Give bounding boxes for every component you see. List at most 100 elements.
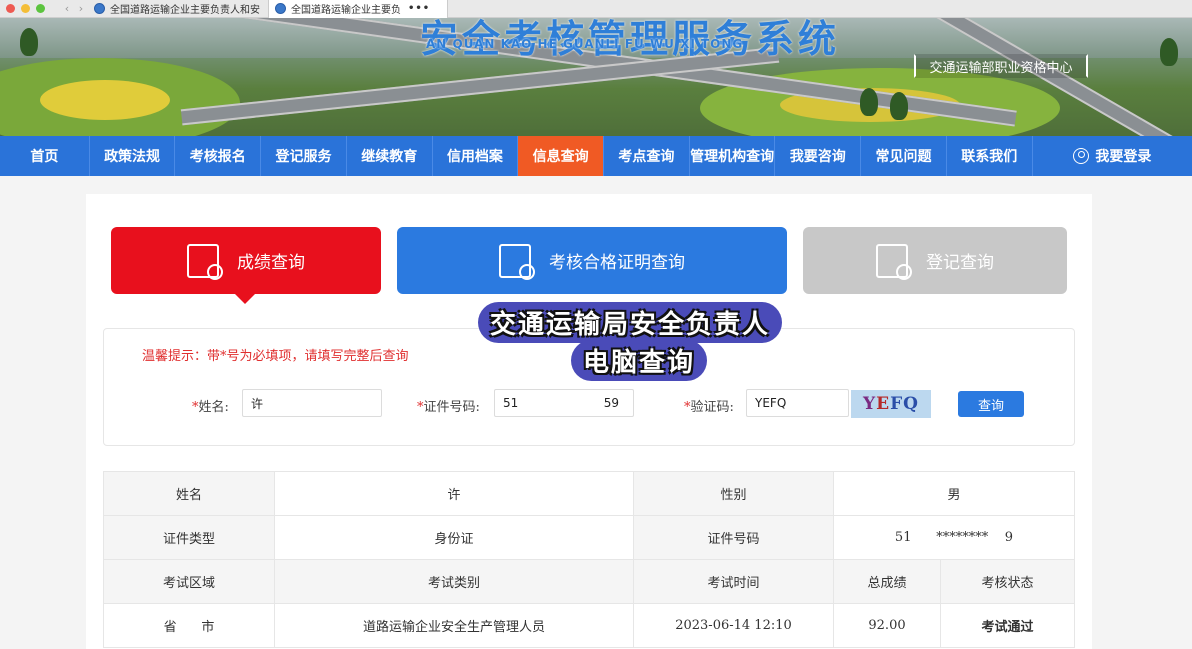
nav-item-label: 信用档案 <box>446 149 503 165</box>
table-cell: 男 <box>833 471 1075 516</box>
org-badge[interactable]: 交通运输部职业资格中心 <box>914 54 1088 78</box>
score-doc-icon <box>187 243 223 280</box>
id-number-label: *证件号码: <box>417 396 480 415</box>
tab-score-query[interactable]: 成绩查询 <box>111 227 381 304</box>
nav-item-agency[interactable]: 管理机构查询 <box>690 136 776 176</box>
nav-item-label: 信息查询 <box>532 149 589 165</box>
main-nav: 首页 政策法规 考核报名 登记服务 继续教育 信用档案 信息查询 考点查询 管理… <box>0 136 1192 176</box>
form-tip: 温馨提示：带*号为必填项，请填写完整后查询 <box>142 349 409 364</box>
nav-item-info-query[interactable]: 信息查询 <box>518 136 605 176</box>
table-cell: 道路运输企业安全生产管理人员 <box>274 603 634 648</box>
user-icon <box>1073 148 1090 164</box>
tab-certificate-query[interactable]: 考核合格证明查询 <box>397 227 787 294</box>
table-row: 省 市 道路运输企业安全生产管理人员 2023-06-14 12:10 92.0… <box>103 603 1075 648</box>
nav-item-label: 联系我们 <box>961 149 1018 165</box>
nav-item-contact[interactable]: 联系我们 <box>947 136 1033 176</box>
nav-item-exam-site[interactable]: 考点查询 <box>604 136 690 176</box>
captcha-input[interactable]: YEFQ <box>746 389 849 417</box>
overlay-caption-line1: 交通运输局安全负责人 <box>478 302 783 343</box>
status-badge: 考试通过 <box>940 603 1075 648</box>
nav-item-policy[interactable]: 政策法规 <box>90 136 176 176</box>
nav-item-label: 登记服务 <box>275 149 332 165</box>
forward-arrow-icon[interactable]: › <box>74 2 88 15</box>
name-label-text: *姓名: <box>192 400 229 415</box>
required-asterisk: * <box>417 400 424 415</box>
captcha-image[interactable]: Y E FQ <box>851 390 931 418</box>
nav-item-faq[interactable]: 常见问题 <box>861 136 947 176</box>
captcha-char: Y <box>863 394 877 414</box>
table-header-cell: 考试时间 <box>633 559 834 604</box>
registration-doc-icon <box>876 243 912 280</box>
table-cell: 51 ******** 9 <box>833 515 1075 560</box>
query-button[interactable]: 查询 <box>958 391 1024 417</box>
table-header-cell: 性别 <box>633 471 834 516</box>
browser-tab-title: 全国道路运输企业主要负责人和安 <box>110 5 260 16</box>
nav-item-label: 我要咨询 <box>789 149 846 165</box>
nav-item-label: 考核报名 <box>189 149 246 165</box>
site-subtitle: AN QUAN KAO HE GUANLI FU WU XI TONG <box>426 37 744 51</box>
name-input-value: 许 <box>251 396 264 411</box>
banner-tree <box>890 92 908 120</box>
browser-tab-title: 全国道路运输企业主要负 <box>291 5 401 16</box>
banner-hedge <box>40 80 170 120</box>
tab-label: 成绩查询 <box>237 253 305 273</box>
table-header-cell: 证件号码 <box>633 515 834 560</box>
required-asterisk: * <box>684 400 691 415</box>
banner-tree <box>860 88 878 116</box>
site-banner: 安全考核管理服务系统 AN QUAN KAO HE GUANLI FU WU X… <box>0 18 1192 136</box>
site-favicon-icon <box>94 3 105 14</box>
window-controls <box>0 4 60 13</box>
captcha-char: E <box>876 394 891 414</box>
table-row: 考试区域 考试类别 考试时间 总成绩 考核状态 <box>103 559 1075 604</box>
table-header-cell: 姓名 <box>103 471 275 516</box>
banner-tree <box>1160 38 1178 66</box>
result-table: 姓名 许 性别 男 证件类型 身份证 证件号码 51 ******** 9 考试… <box>103 471 1075 648</box>
table-cell: 92.00 <box>833 603 941 648</box>
table-row: 证件类型 身份证 证件号码 51 ******** 9 <box>103 515 1075 560</box>
login-label: 我要登录 <box>1095 149 1152 165</box>
close-window-button[interactable] <box>6 4 15 13</box>
nav-item-exam-signup[interactable]: 考核报名 <box>175 136 262 176</box>
captcha-label-text: *验证码: <box>684 400 734 415</box>
id-number-input[interactable]: 51 59 <box>494 389 634 417</box>
minimize-window-button[interactable] <box>21 4 30 13</box>
name-input[interactable]: 许 <box>242 389 382 417</box>
nav-item-continuing-ed[interactable]: 继续教育 <box>347 136 433 176</box>
nav-item-label: 继续教育 <box>361 149 418 165</box>
nav-item-credit-file[interactable]: 信用档案 <box>433 136 519 176</box>
table-cell: 2023-06-14 12:10 <box>633 603 834 648</box>
id-number-end: 59 <box>603 396 619 410</box>
captcha-input-value: YEFQ <box>755 396 787 410</box>
captcha-label: *验证码: <box>684 396 734 415</box>
nav-item-label: 常见问题 <box>875 149 932 165</box>
back-arrow-icon[interactable]: ‹ <box>60 2 74 15</box>
table-header-cell: 证件类型 <box>103 515 275 560</box>
browser-tab-1[interactable]: 全国道路运输企业主要负责人和安 <box>88 0 268 18</box>
nav-item-label: 政策法规 <box>104 149 161 165</box>
nav-item-label: 考点查询 <box>618 149 675 165</box>
table-header-cell: 考核状态 <box>940 559 1075 604</box>
more-icon[interactable]: ••• <box>408 3 430 14</box>
maximize-window-button[interactable] <box>36 4 45 13</box>
tab-label: 登记查询 <box>926 253 994 273</box>
banner-tree <box>20 28 38 56</box>
tab-registration-query[interactable]: 登记查询 <box>803 227 1067 294</box>
nav-item-registration[interactable]: 登记服务 <box>261 136 347 176</box>
overlay-caption-line2: 电脑查询 <box>571 340 708 381</box>
table-header-cell: 考试区域 <box>103 559 275 604</box>
table-cell: 省 市 <box>103 603 275 648</box>
certificate-icon <box>499 243 535 280</box>
login-link[interactable]: 我要登录 <box>1033 136 1192 176</box>
nav-item-home[interactable]: 首页 <box>0 136 90 176</box>
site-favicon-icon <box>275 3 286 14</box>
browser-tab-2[interactable]: 全国道路运输企业主要负 ••• <box>268 0 448 18</box>
table-header-cell: 考试类别 <box>274 559 634 604</box>
captcha-char: FQ <box>890 394 919 414</box>
id-number-label-text: *证件号码: <box>417 400 480 415</box>
nav-item-consult[interactable]: 我要咨询 <box>775 136 862 176</box>
table-header-cell: 总成绩 <box>833 559 941 604</box>
name-label: *姓名: <box>192 396 229 415</box>
table-row: 姓名 许 性别 男 <box>103 471 1075 516</box>
nav-item-label: 管理机构查询 <box>690 149 775 165</box>
table-cell: 许 <box>274 471 634 516</box>
